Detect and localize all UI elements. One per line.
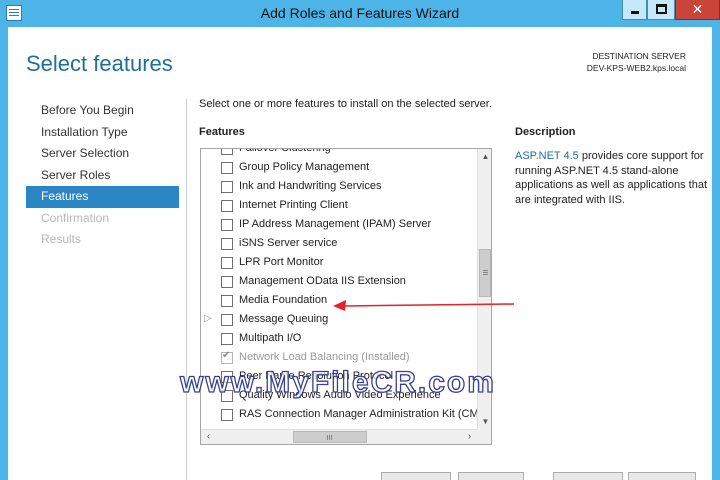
feature-checkbox: ✔	[221, 350, 233, 364]
scrollbar-corner	[477, 429, 491, 444]
watermark: www.MyFileCR.com	[179, 365, 496, 399]
nav-item-results: Results	[41, 232, 82, 246]
feature-row[interactable]: Internet Printing Client	[201, 197, 477, 216]
nav-item-installation-type[interactable]: Installation Type	[26, 122, 179, 144]
instruction-text: Select one or more features to install o…	[199, 98, 492, 110]
feature-label: Management OData IIS Extension	[239, 275, 406, 287]
nav-item-before-you-begin[interactable]: Before You Begin	[26, 100, 179, 122]
nav-item-confirmation: Confirmation	[41, 210, 110, 225]
maximize-icon	[656, 4, 667, 14]
close-icon: ✕	[691, 1, 704, 17]
feature-row[interactable]: iSNS Server service	[201, 235, 477, 254]
nav-item-server-roles[interactable]: Server Roles	[26, 165, 179, 187]
feature-row[interactable]: ▷ Message Queuing	[201, 311, 477, 330]
window-title: Add Roles and Features Wizard	[260, 5, 460, 21]
next-button[interactable]	[458, 472, 524, 480]
feature-checkbox[interactable]	[221, 219, 233, 231]
feature-row[interactable]: Group Policy Management	[201, 159, 477, 178]
close-button[interactable]: ✕	[675, 0, 720, 20]
feature-row[interactable]: Media Foundation	[201, 292, 477, 311]
feature-row[interactable]: Management OData IIS Extension	[201, 273, 477, 292]
feature-checkbox[interactable]	[221, 276, 233, 288]
page-title: Select features	[26, 51, 173, 76]
feature-checkbox[interactable]	[221, 162, 233, 174]
install-button[interactable]	[553, 472, 623, 480]
minimize-button[interactable]	[622, 0, 647, 20]
destination-server-name: DEV-KPS-WEB2.kps.local	[586, 63, 686, 73]
checkmark-icon: ✔	[222, 350, 231, 361]
horizontal-scroll-thumb[interactable]	[293, 431, 368, 443]
feature-checkbox[interactable]	[221, 333, 233, 345]
feature-label: Network Load Balancing (Installed)	[239, 351, 410, 363]
grip-icon	[327, 435, 329, 440]
description-text: ASP.NET 4.5 provides core support for ru…	[515, 149, 710, 207]
scroll-down-icon[interactable]: ▼	[478, 414, 491, 429]
feature-checkbox[interactable]	[221, 200, 233, 212]
feature-row[interactable]: IP Address Management (IPAM) Server	[201, 216, 477, 235]
expand-arrow-icon[interactable]: ▷	[204, 313, 212, 324]
maximize-button[interactable]	[647, 0, 675, 20]
window-frame-right	[712, 27, 720, 480]
feature-checkbox[interactable]	[221, 257, 233, 269]
feature-label: RAS Connection Manager Administration Ki…	[239, 408, 486, 420]
grip-icon	[483, 269, 488, 271]
scroll-right-icon[interactable]: ›	[462, 430, 477, 444]
horizontal-scrollbar[interactable]: ‹ ›	[201, 429, 477, 444]
title-bar: Add Roles and Features Wizard ✕	[0, 0, 720, 27]
divider	[186, 99, 187, 480]
feature-checkbox[interactable]	[221, 181, 233, 193]
feature-label: IP Address Management (IPAM) Server	[239, 218, 432, 230]
scroll-up-icon[interactable]: ▲	[478, 149, 491, 164]
nav-item-server-selection[interactable]: Server Selection	[26, 143, 179, 165]
feature-checkbox[interactable]	[221, 149, 233, 155]
feature-label: Group Policy Management	[239, 161, 370, 173]
vertical-scroll-thumb[interactable]	[479, 248, 491, 297]
feature-label: iSNS Server service	[239, 237, 338, 249]
wizard-navigation: Before You Begin Installation Type Server …	[26, 100, 179, 251]
feature-label: Ink and Handwriting Services	[239, 180, 382, 192]
features-list[interactable]: Failover Clustering Group Policy Manageme…	[200, 148, 492, 445]
previous-button[interactable]	[381, 472, 451, 480]
minimize-icon	[631, 11, 639, 14]
cancel-button[interactable]	[628, 472, 696, 480]
destination-server-label: DESTINATION SERVER	[592, 51, 686, 61]
feature-row[interactable]: Failover Clustering	[201, 148, 477, 159]
feature-checkbox[interactable]	[221, 409, 233, 421]
scroll-left-icon[interactable]: ‹	[201, 430, 216, 444]
feature-row[interactable]: Ink and Handwriting Services	[201, 178, 477, 197]
description-heading: Description	[515, 126, 576, 138]
feature-checkbox[interactable]	[221, 314, 233, 326]
feature-label: LPR Port Monitor	[239, 256, 324, 268]
features-heading: Features	[199, 126, 245, 138]
window-frame-left	[0, 27, 8, 480]
feature-checkbox[interactable]	[221, 295, 233, 307]
feature-label: Internet Printing Client	[239, 199, 348, 211]
feature-label: Multipath I/O	[239, 332, 302, 344]
feature-label: Message Queuing	[239, 313, 329, 325]
nav-item-features[interactable]: Features	[26, 186, 179, 208]
feature-row[interactable]: LPR Port Monitor	[201, 254, 477, 273]
feature-row[interactable]: RAS Connection Manager Administration Ki…	[201, 406, 486, 425]
feature-label: Failover Clustering	[239, 148, 331, 154]
feature-row[interactable]: Multipath I/O	[201, 330, 477, 349]
description-link[interactable]: ASP.NET 4.5	[515, 150, 579, 162]
feature-label: Media Foundation	[239, 294, 328, 306]
feature-checkbox[interactable]	[221, 238, 233, 250]
